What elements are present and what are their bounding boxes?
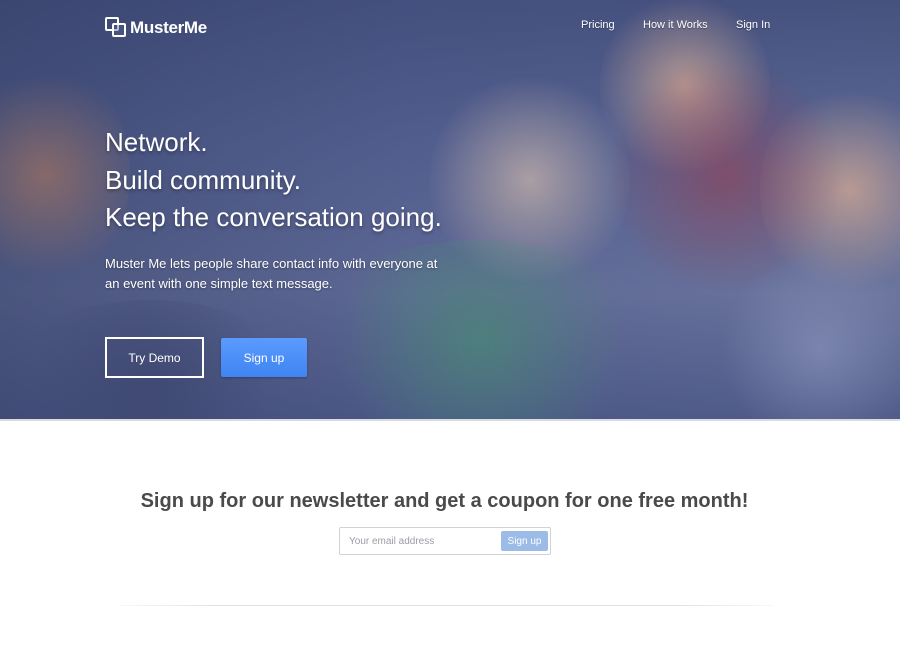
hero-divider <box>0 419 900 421</box>
newsletter-signup-button[interactable]: Sign up <box>501 531 548 551</box>
nav-item-sign-in[interactable]: Sign In <box>736 19 770 31</box>
newsletter-email-input[interactable] <box>341 529 501 553</box>
top-nav: Pricing How it Works Sign In <box>0 19 900 33</box>
hero-headline: Network. Build community. Keep the conve… <box>105 124 442 237</box>
newsletter-title: Sign up for our newsletter and get a cou… <box>140 490 749 512</box>
hero-description: Muster Me lets people share contact info… <box>105 256 438 291</box>
hero-signup-button[interactable]: Sign up <box>221 338 307 377</box>
nav-item-how-it-works[interactable]: How it Works <box>643 19 708 31</box>
headline-line-1: Network. <box>105 127 208 157</box>
headline-line-2: Build community. <box>105 164 302 195</box>
newsletter-form: Sign up <box>339 527 551 555</box>
headline-line-3: Keep the conversation going. <box>105 202 442 232</box>
hero-section: MusterMe Pricing How it Works Sign In Ne… <box>0 0 900 419</box>
nav-item-pricing[interactable]: Pricing <box>581 19 615 31</box>
try-demo-button[interactable]: Try Demo <box>105 337 204 378</box>
section-divider <box>118 605 774 606</box>
